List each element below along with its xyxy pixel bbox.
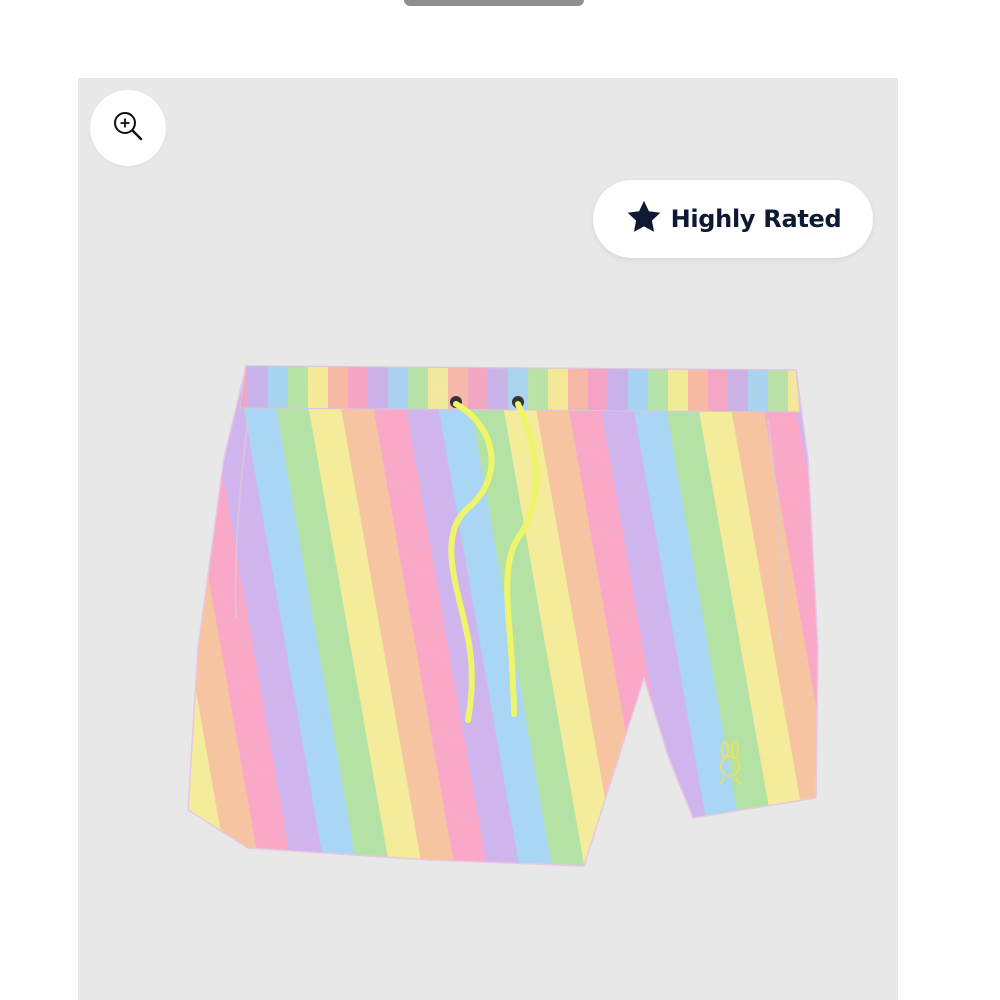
- product-detail-page: Highly Rated: [0, 0, 1000, 1000]
- product-image-panel: Highly Rated: [78, 78, 898, 1000]
- shorts-body: [187, 365, 819, 867]
- zoom-in-icon: [111, 109, 145, 147]
- zoom-button[interactable]: [90, 90, 166, 166]
- badge-label: Highly Rated: [670, 205, 842, 233]
- sheet-handle[interactable]: [404, 0, 584, 6]
- product-image[interactable]: [168, 348, 828, 878]
- star-icon: [625, 198, 663, 240]
- highly-rated-badge: Highly Rated: [593, 180, 873, 258]
